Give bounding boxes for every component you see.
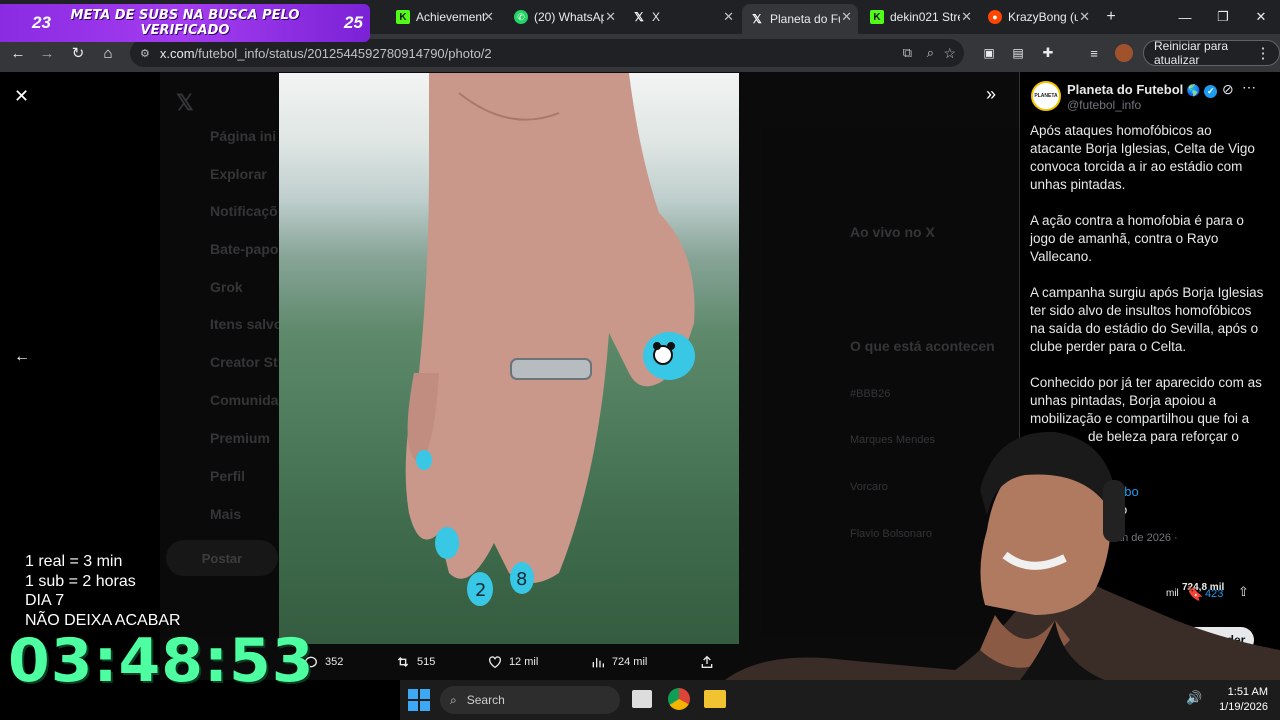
repost-button[interactable]: 515 xyxy=(395,654,435,670)
file-explorer-icon[interactable] xyxy=(704,690,726,708)
close-viewer-icon[interactable]: ✕ xyxy=(14,86,29,107)
views-chart-icon xyxy=(592,658,604,668)
subathon-rules: 1 real = 3 min 1 sub = 2 horas DIA 7 NÃO… xyxy=(25,553,181,629)
close-tab-icon[interactable]: ✕ xyxy=(483,9,494,25)
back-icon[interactable]: ← xyxy=(7,42,29,64)
tab-achievement[interactable]: K Achievement ✕ xyxy=(388,4,500,30)
x-icon: 𝕏 xyxy=(634,10,644,24)
post-text: Após ataques homofóbicos ao atacante Bor… xyxy=(1030,122,1266,464)
nail-number-8: 8 xyxy=(516,569,527,590)
sub-goal-banner: 23 META DE SUBS NA BUSCA PELO VERIFICADO… xyxy=(0,4,370,42)
reload-icon[interactable]: ↻ xyxy=(67,42,89,64)
address-bar[interactable]: ⚙ x.com/futebol_info/status/201254459278… xyxy=(130,39,964,67)
reddit-icon: ● xyxy=(988,10,1002,24)
ghost-live-title: Ao vivo no X xyxy=(850,224,935,240)
author-handle[interactable]: @futebol_info xyxy=(1067,98,1141,112)
ghost-nav-item: Comunida xyxy=(210,392,279,408)
verified-badge-icon: ✓ xyxy=(1204,85,1218,98)
ghost-nav-item: Bate-papo xyxy=(210,241,279,257)
streamer-image xyxy=(725,431,1280,720)
extension-icon-2[interactable]: ▤ xyxy=(1007,42,1029,64)
ghost-nav-item: Grok xyxy=(210,279,243,295)
x-icon: 𝕏 xyxy=(752,12,762,26)
taskbar-clock[interactable]: 1:51 AM 1/19/2026 xyxy=(1214,685,1268,715)
tab-whatsapp[interactable]: ✆ (20) WhatsAp ✕ xyxy=(506,4,622,30)
ghost-post-button: Postar xyxy=(166,540,278,576)
ghost-nav-item: Página ini xyxy=(210,128,277,144)
kick-icon: K xyxy=(870,10,884,24)
close-tab-icon[interactable]: ✕ xyxy=(1079,9,1090,25)
close-tab-icon[interactable]: ✕ xyxy=(841,9,852,25)
ghost-nav-item: Mais xyxy=(210,506,242,522)
install-app-icon[interactable]: ⧉ xyxy=(903,45,912,61)
home-icon[interactable]: ⌂ xyxy=(97,42,119,64)
taskbar-search[interactable]: ⌕ Search xyxy=(440,686,620,714)
globe-icon: 🌎 xyxy=(1186,85,1201,97)
goal-target: 25 xyxy=(344,13,363,32)
share-icon xyxy=(701,655,713,668)
chrome-menu-icon[interactable]: ⋮ xyxy=(1252,42,1274,64)
nail-number-2: 2 xyxy=(475,580,486,601)
forward-icon[interactable]: → xyxy=(36,42,58,64)
ghost-nav-item: Notificaçõ xyxy=(210,203,278,219)
close-tab-icon[interactable]: ✕ xyxy=(723,9,734,25)
close-tab-icon[interactable]: ✕ xyxy=(605,9,616,25)
heart-icon xyxy=(488,656,501,669)
maximize-button[interactable]: ❐ xyxy=(1208,6,1238,28)
author-avatar[interactable]: PLANETA xyxy=(1031,81,1061,111)
windows-taskbar: ⌕ Search 🔊 1:51 AM 1/19/2026 xyxy=(400,680,1280,720)
post-photo[interactable]: 2 8 xyxy=(279,73,739,644)
ghost-nav-item: Perfil xyxy=(210,468,246,484)
more-options-icon[interactable]: ⋯ xyxy=(1242,79,1256,96)
site-info-icon[interactable]: ⚙ xyxy=(140,47,150,60)
goal-text: META DE SUBS NA BUSCA PELO VERIFICADO xyxy=(70,8,300,38)
whatsapp-icon: ✆ xyxy=(514,10,528,24)
tab-dekin021[interactable]: K dekin021 Stre ✕ xyxy=(862,4,978,30)
like-button[interactable]: 12 mil xyxy=(487,654,538,670)
bookmark-star-icon[interactable]: ☆ xyxy=(943,45,956,62)
profile-avatar[interactable] xyxy=(1113,42,1135,64)
media-control-icon[interactable]: ≡ xyxy=(1083,42,1105,64)
hand-with-painted-nails-image: 2 8 xyxy=(405,73,695,606)
webcam-overlay xyxy=(725,420,1280,720)
subathon-timer: 03:48:53 xyxy=(8,626,315,696)
photo-action-bar: 352 515 12 mil 724 mil xyxy=(279,644,739,680)
ghost-trend: #BBB26 xyxy=(850,388,891,400)
tab-krazybong[interactable]: ● KrazyBong (u ✕ xyxy=(980,4,1096,30)
ghost-nav-item: Creator St xyxy=(210,354,278,370)
windows-start-icon[interactable] xyxy=(408,689,430,711)
tab-planeta-do-futebol[interactable]: 𝕏 Planeta do Fu ✕ xyxy=(742,4,858,34)
search-icon: ⌕ xyxy=(450,692,457,707)
post-paragraph: A ação contra a homofobia é para o jogo … xyxy=(1030,213,1244,264)
zoom-icon[interactable]: ⌕ xyxy=(927,45,934,61)
author-name[interactable]: Planeta do Futebol 🌎 ✓ xyxy=(1067,82,1218,98)
ghost-nav-item: Premium xyxy=(210,430,270,446)
repost-icon xyxy=(397,657,409,667)
previous-photo-icon[interactable]: ← xyxy=(14,348,30,366)
ghost-nav-item: Explorar xyxy=(210,166,267,182)
minimize-button[interactable]: — xyxy=(1170,6,1200,28)
volume-icon[interactable]: 🔊 xyxy=(1186,690,1202,706)
new-tab-button[interactable]: + xyxy=(1096,6,1126,28)
task-view-icon[interactable] xyxy=(632,690,652,708)
chrome-taskbar-icon[interactable] xyxy=(668,688,690,710)
ghost-nav-item: Itens salvo xyxy=(210,316,283,332)
grok-icon[interactable]: ⊘ xyxy=(1222,81,1234,98)
goal-current: 23 xyxy=(32,13,51,32)
x-logo-ghost: 𝕏 xyxy=(176,90,194,115)
post-paragraph: A campanha surgiu após Borja Iglesias te… xyxy=(1030,285,1264,354)
kick-icon: K xyxy=(396,10,410,24)
collapse-panel-icon[interactable]: » xyxy=(986,84,996,105)
extension-icon[interactable]: ▣ xyxy=(978,42,1000,64)
close-tab-icon[interactable]: ✕ xyxy=(961,9,972,25)
tab-x[interactable]: 𝕏 X ✕ xyxy=(624,4,740,30)
extensions-puzzle-icon[interactable]: ✚ xyxy=(1037,42,1059,64)
ghost-trends-title: O que está acontecen xyxy=(850,338,995,354)
post-paragraph: Após ataques homofóbicos ao atacante Bor… xyxy=(1030,123,1255,192)
close-window-button[interactable]: ✕ xyxy=(1246,6,1276,28)
views-button[interactable]: 724 mil xyxy=(590,654,647,670)
share-button[interactable] xyxy=(699,654,715,670)
